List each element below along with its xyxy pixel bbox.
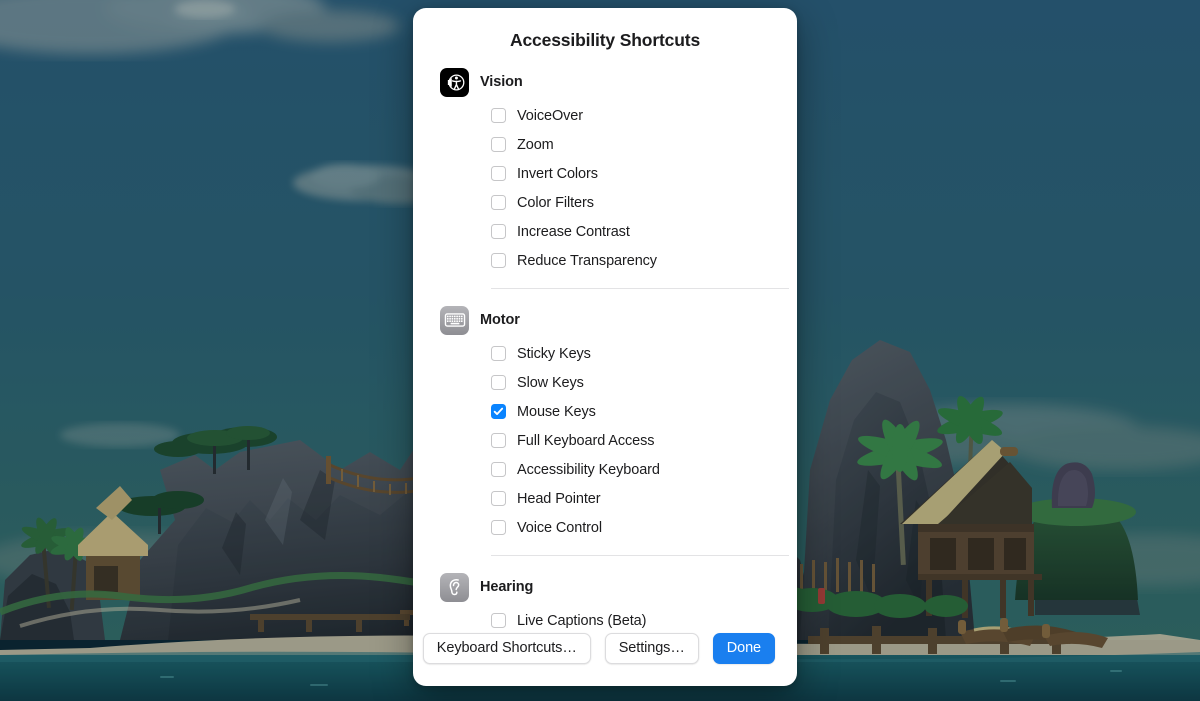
option-row[interactable]: Increase Contrast — [491, 217, 797, 246]
checkbox-slow-keys[interactable] — [491, 375, 506, 390]
option-label: Slow Keys — [517, 374, 584, 391]
option-row[interactable]: Sticky Keys — [491, 339, 797, 368]
section-divider — [491, 288, 789, 289]
checkbox-voiceover[interactable] — [491, 108, 506, 123]
option-label: Voice Control — [517, 519, 602, 536]
checkbox-voice-control[interactable] — [491, 520, 506, 535]
option-row[interactable]: Invert Colors — [491, 159, 797, 188]
option-label: Reduce Transparency — [517, 252, 657, 269]
settings-button[interactable]: Settings… — [604, 632, 699, 664]
option-row[interactable]: Zoom — [491, 130, 797, 159]
option-label: Sticky Keys — [517, 345, 591, 362]
checkbox-increase-contrast[interactable] — [491, 224, 506, 239]
checkbox-accessibility-keyboard[interactable] — [491, 462, 506, 477]
option-label: Color Filters — [517, 194, 594, 211]
checkbox-color-filters[interactable] — [491, 195, 506, 210]
option-label: Increase Contrast — [517, 223, 630, 240]
section-title: Motor — [480, 312, 520, 328]
option-row[interactable]: Reduce Transparency — [491, 246, 797, 275]
section-title: Hearing — [480, 579, 534, 595]
done-button[interactable]: Done — [712, 632, 775, 664]
section-header: Vision — [413, 66, 797, 98]
section-header: Motor — [413, 304, 797, 336]
section-vision: Vision VoiceOver Zoom Invert Colors Color Fi… — [413, 66, 797, 275]
option-row[interactable]: Voice Control — [491, 513, 797, 542]
keyboard-shortcuts-button[interactable]: Keyboard Shortcuts… — [422, 632, 591, 664]
option-label: VoiceOver — [517, 107, 583, 124]
section-title: Vision — [480, 74, 523, 90]
option-row[interactable]: Mouse Keys — [491, 397, 797, 426]
sections-container: Vision VoiceOver Zoom Invert Colors Color Fi… — [413, 66, 797, 635]
checkbox-reduce-transparency[interactable] — [491, 253, 506, 268]
checkbox-invert-colors[interactable] — [491, 166, 506, 181]
section-divider — [491, 555, 789, 556]
option-label: Invert Colors — [517, 165, 598, 182]
checkbox-head-pointer[interactable] — [491, 491, 506, 506]
checkbox-full-keyboard-access[interactable] — [491, 433, 506, 448]
section-motor: Motor Sticky Keys Slow Keys Mouse Keys Full … — [413, 304, 797, 542]
accessibility-voiceover-icon — [440, 67, 469, 97]
option-label: Head Pointer — [517, 490, 601, 507]
option-label: Mouse Keys — [517, 403, 596, 420]
option-list: VoiceOver Zoom Invert Colors Color Filters I… — [413, 98, 797, 275]
option-label: Full Keyboard Access — [517, 432, 655, 449]
option-label: Zoom — [517, 136, 554, 153]
section-header: Hearing — [413, 571, 797, 603]
option-row[interactable]: Accessibility Keyboard — [491, 455, 797, 484]
option-row[interactable]: VoiceOver — [491, 101, 797, 130]
checkbox-zoom[interactable] — [491, 137, 506, 152]
option-row[interactable]: Slow Keys — [491, 368, 797, 397]
checkbox-mouse-keys[interactable] — [491, 404, 506, 419]
dialog-title: Accessibility Shortcuts — [509, 30, 701, 50]
option-row[interactable]: Full Keyboard Access — [491, 426, 797, 455]
option-list: Sticky Keys Slow Keys Mouse Keys Full Keybo… — [413, 336, 797, 542]
checkbox-sticky-keys[interactable] — [491, 346, 506, 361]
option-row[interactable]: Head Pointer — [491, 484, 797, 513]
ear-icon — [440, 572, 469, 602]
option-label: Accessibility Keyboard — [517, 461, 660, 478]
accessibility-shortcuts-dialog: Accessibility Shortcuts Vision VoiceOver Z… — [413, 8, 797, 686]
option-row[interactable]: Color Filters — [491, 188, 797, 217]
keyboard-icon — [440, 305, 469, 335]
dialog-footer: Keyboard Shortcuts… Settings… Done — [413, 624, 797, 686]
